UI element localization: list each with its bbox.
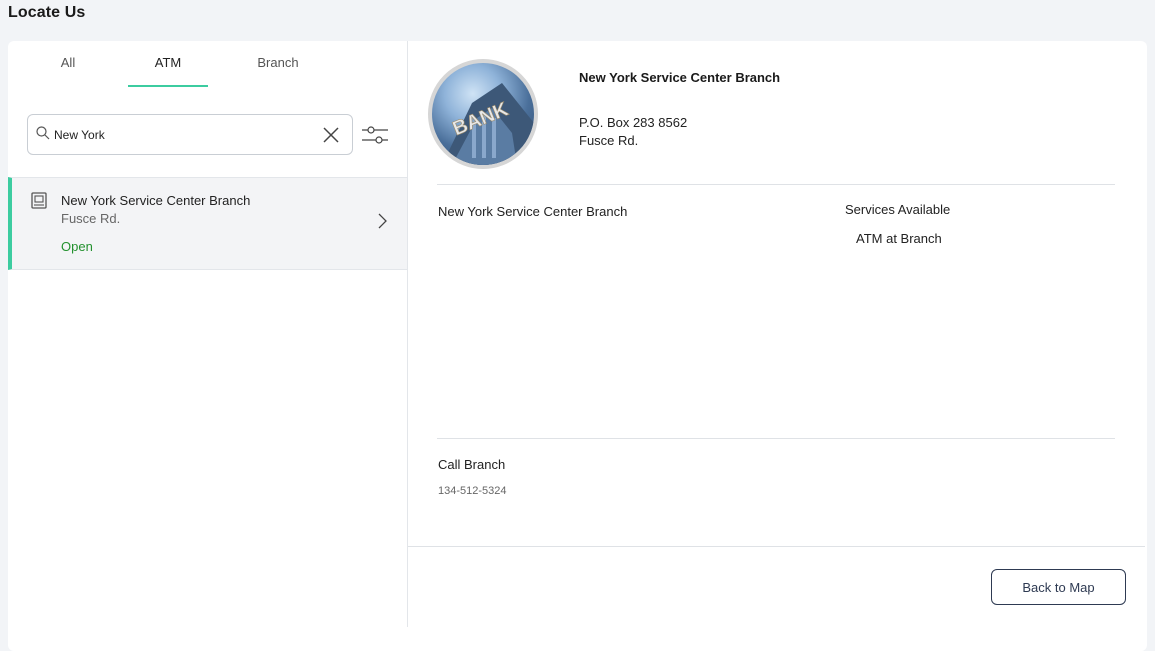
service-item: ATM at Branch [856,231,942,246]
divider [408,546,1145,547]
list-item-address: Fusce Rd. [61,211,121,226]
close-icon[interactable] [322,126,340,144]
search-input[interactable] [54,125,314,145]
branch-image: BANK [428,59,538,169]
bank-building-image: BANK [442,83,534,165]
list-item-name: New York Service Center Branch [61,193,251,208]
back-to-map-button[interactable]: Back to Map [991,569,1126,605]
locator-card: All ATM Branch New York New York Service… [8,41,1147,651]
active-tab-indicator [128,85,208,87]
tab-atm[interactable]: ATM [128,55,208,87]
tab-branch[interactable]: Branch [248,55,308,87]
tab-all[interactable]: All [48,55,88,87]
search-icon [36,126,50,140]
services-heading: Services Available [845,202,951,217]
branch-name: New York Service Center Branch [438,204,628,219]
tab-bar: All ATM Branch [8,41,408,89]
divider [437,184,1115,185]
right-panel: BANK New York Service Center Branch P.O.… [408,41,1147,651]
chevron-right-icon[interactable] [376,212,388,230]
divider [437,438,1115,439]
atm-icon [31,192,47,209]
page-title: Locate Us [8,4,86,21]
filter-sliders-icon[interactable] [360,124,390,146]
address-line-1: P.O. Box 283 8562 [579,115,688,130]
phone-number[interactable]: 134-512-5324 [438,485,507,497]
call-branch-label: Call Branch [438,457,506,472]
search-box [27,114,353,155]
list-item[interactable]: New York Service Center Branch Fusce Rd.… [8,177,407,270]
branch-title: New York Service Center Branch [579,70,781,85]
status-badge: Open [61,239,93,254]
address-line-2: Fusce Rd. [579,133,639,148]
left-panel: All ATM Branch New York New York Service… [8,41,408,627]
